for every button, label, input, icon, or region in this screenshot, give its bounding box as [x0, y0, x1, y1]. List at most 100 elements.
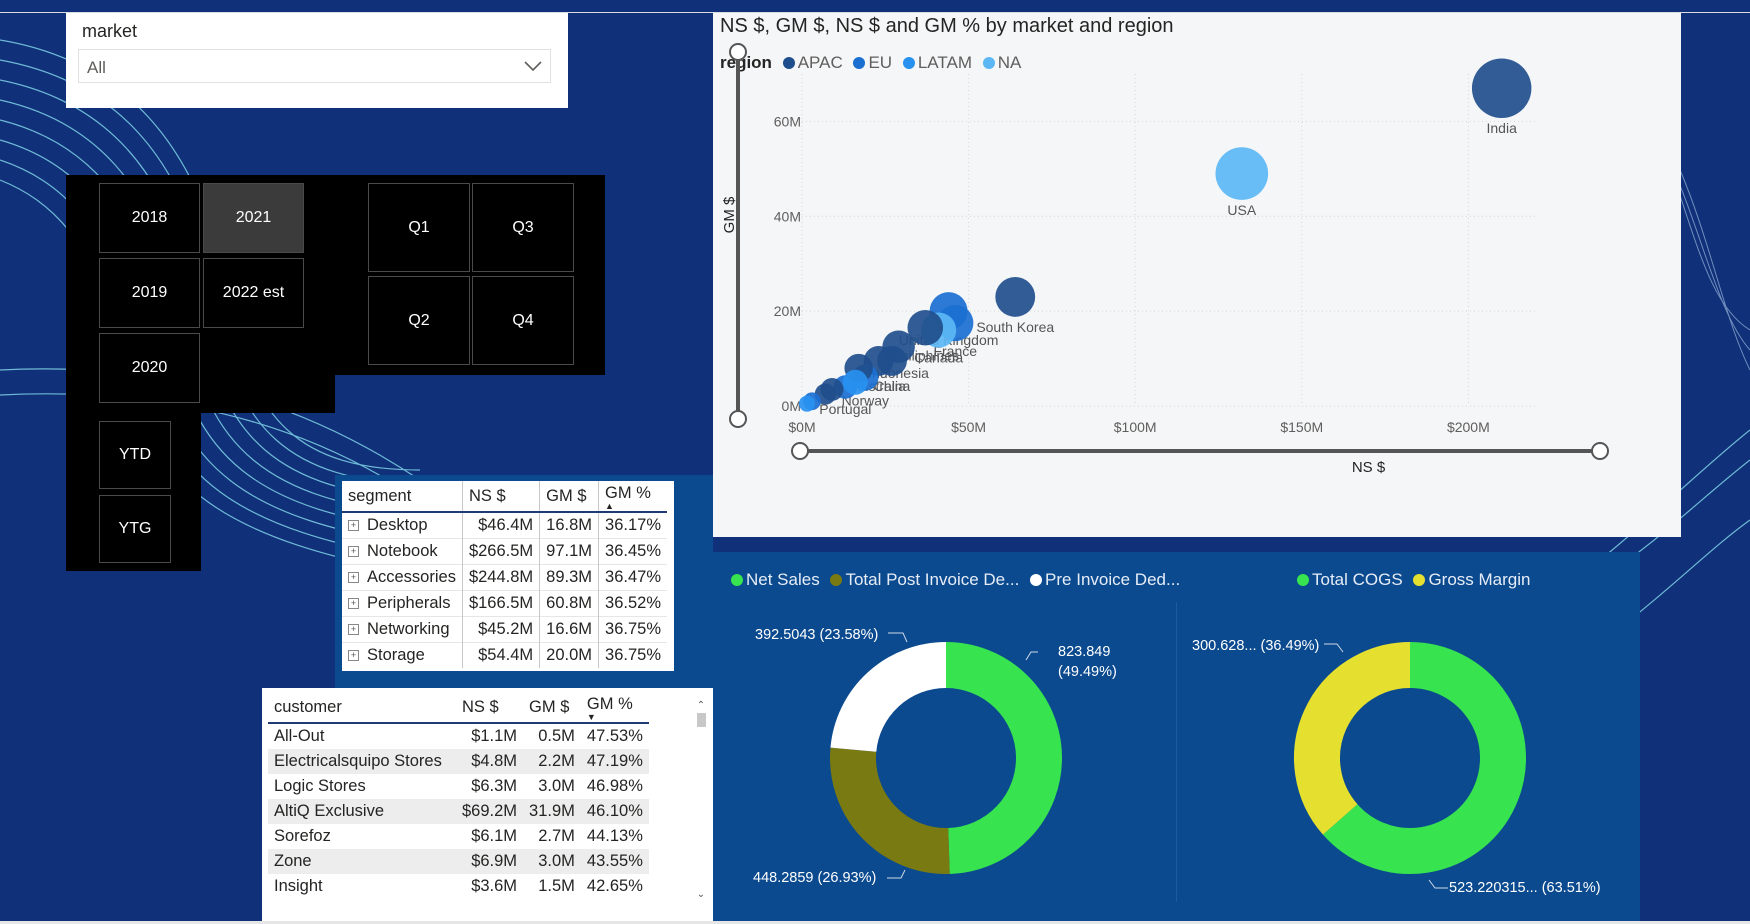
- market-slicer-title: market: [82, 21, 138, 41]
- table-row[interactable]: Logic Stores $6.3M 3.0M 46.98%: [268, 774, 649, 799]
- segment-cell: + Peripherals: [342, 590, 463, 617]
- period-tile-ytg[interactable]: YTG: [99, 495, 171, 563]
- gm-col-header[interactable]: GM $: [539, 481, 599, 513]
- customer-gm-pct-header-label: GM %: [586, 694, 633, 713]
- value-cell: 89.3M: [539, 564, 599, 591]
- leader-line: [1324, 643, 1344, 653]
- data-point[interactable]: [1215, 147, 1269, 200]
- value-cell: $4.8M: [456, 749, 524, 774]
- value-cell: $266.5M: [461, 538, 540, 565]
- gm-pct-col-header[interactable]: GM % ▲: [598, 481, 667, 513]
- donut1-label-net-sales-pct: (49.49%): [1058, 664, 1117, 680]
- customer-col-header[interactable]: customer: [268, 692, 456, 724]
- x-zoom-handle-right: [1591, 442, 1609, 460]
- segment-header-row: segment NS $ GM $ GM % ▲: [342, 481, 667, 513]
- value-cell: 36.75%: [598, 642, 667, 668]
- customer-ns-col-header[interactable]: NS $: [456, 692, 524, 724]
- value-cell: 42.65%: [586, 877, 643, 895]
- value-cell: $6.1M: [471, 827, 518, 845]
- customer-cell: Zone: [268, 849, 456, 874]
- value-cell: 36.47%: [598, 564, 667, 591]
- year-tile-2020[interactable]: 2020: [99, 333, 200, 403]
- value-cell: 47.19%: [580, 749, 649, 774]
- quarter-tile-q1[interactable]: Q1: [368, 183, 470, 272]
- year-tile-2021[interactable]: 2021: [203, 183, 304, 253]
- table-row[interactable]: Zone $6.9M 3.0M 43.55%: [268, 849, 649, 874]
- value-cell: 1.5M: [538, 877, 575, 895]
- value-cell: $54.4M: [461, 642, 540, 668]
- value-cell: $244.8M: [461, 564, 540, 591]
- value-cell: 3.0M: [523, 849, 581, 874]
- x-tick-label: $50M: [951, 419, 986, 435]
- table-row[interactable]: Electricalsquipo Stores $4.8M 2.2M 47.19%: [268, 749, 649, 774]
- quarter-tile-q2[interactable]: Q2: [368, 276, 470, 365]
- expand-icon[interactable]: +: [348, 650, 359, 661]
- customer-cell: Electricalsquipo Stores: [268, 749, 456, 774]
- donut1-slice[interactable]: [830, 642, 947, 753]
- y-tick-label: 20M: [774, 303, 801, 319]
- value-cell: $45.2M: [461, 616, 540, 643]
- x-tick-label: $100M: [1114, 419, 1157, 435]
- ns-col-header[interactable]: NS $: [461, 481, 540, 513]
- table-row[interactable]: + Notebook $266.5M 97.1M 36.45%: [342, 538, 667, 565]
- customer-gm-col-header[interactable]: GM $: [523, 692, 581, 724]
- table-row[interactable]: Insight $3.6M 1.5M 42.65%: [268, 874, 649, 899]
- customer-table-scrollbar[interactable]: ⌃ ⌄: [695, 700, 707, 900]
- value-cell: 46.98%: [586, 777, 643, 795]
- customer-grid: customer NS $ GM $ GM % ▼ All-Out $1.1M 0.5…: [268, 692, 649, 899]
- scroll-down-icon[interactable]: ⌄: [695, 889, 707, 900]
- donut2-slice[interactable]: [1294, 642, 1411, 835]
- year-tile-2019[interactable]: 2019: [99, 258, 200, 328]
- quarter-tile-q3[interactable]: Q3: [472, 183, 574, 272]
- scroll-thumb[interactable]: [696, 713, 706, 727]
- table-row[interactable]: + Accessories $244.8M 89.3M 36.47%: [342, 564, 667, 591]
- value-cell: 43.55%: [580, 849, 649, 874]
- expand-icon[interactable]: +: [348, 546, 359, 557]
- value-cell: 36.75%: [598, 616, 667, 643]
- value-cell: 20.0M: [539, 642, 599, 668]
- expand-icon[interactable]: +: [348, 572, 359, 583]
- table-row[interactable]: + Networking $45.2M 16.6M 36.75%: [342, 616, 667, 643]
- table-row[interactable]: All-Out $1.1M 0.5M 47.53%: [268, 723, 649, 749]
- table-row[interactable]: Sorefoz $6.1M 2.7M 44.13%: [268, 824, 649, 849]
- segment-name: Peripherals: [367, 594, 451, 612]
- x-tick-label: $200M: [1447, 419, 1490, 435]
- segment-col-header[interactable]: segment: [342, 481, 463, 513]
- data-point[interactable]: [798, 395, 816, 412]
- donut2-label-cogs: 523.220315... (63.51%): [1449, 880, 1601, 896]
- value-cell: 3.0M: [538, 777, 575, 795]
- table-row[interactable]: + Desktop $46.4M 16.8M 36.17%: [342, 511, 667, 539]
- data-point[interactable]: [842, 369, 868, 395]
- x-axis-title: NS $: [1352, 459, 1386, 476]
- donut1-label-post: 448.2859 (26.93%): [753, 870, 877, 886]
- market-dropdown[interactable]: All: [78, 49, 551, 83]
- year-tile-2022-est[interactable]: 2022 est: [203, 258, 304, 328]
- segment-cell: + Accessories: [342, 564, 463, 591]
- customer-cell: Sorefoz: [274, 827, 331, 845]
- period-tile-ytd[interactable]: YTD: [99, 421, 171, 489]
- table-row[interactable]: + Peripherals $166.5M 60.8M 36.52%: [342, 590, 667, 617]
- data-point[interactable]: [995, 277, 1036, 317]
- expand-icon[interactable]: +: [348, 624, 359, 635]
- segment-cell: + Desktop: [342, 511, 463, 539]
- table-row[interactable]: + Storage $54.4M 20.0M 36.75%: [342, 642, 667, 668]
- table-row[interactable]: AltiQ Exclusive $69.2M 31.9M 46.10%: [268, 799, 649, 824]
- data-label: USA: [1227, 202, 1256, 218]
- expand-icon[interactable]: +: [348, 598, 359, 609]
- data-point[interactable]: [1471, 58, 1532, 118]
- value-cell: 60.8M: [539, 590, 599, 617]
- year-tile-2018[interactable]: 2018: [99, 183, 200, 253]
- donut1-slice[interactable]: [945, 642, 1062, 874]
- customer-gm-pct-col-header[interactable]: GM % ▼: [580, 692, 649, 724]
- value-cell: 16.6M: [539, 616, 599, 643]
- value-cell: $69.2M: [456, 799, 524, 824]
- segment-table: segment NS $ GM $ GM % ▲ + Desktop $46.4M 16…: [342, 481, 674, 671]
- expand-icon[interactable]: +: [348, 520, 359, 531]
- donut1-slice[interactable]: [830, 747, 950, 874]
- market-slicer: market All: [66, 13, 568, 108]
- scroll-up-icon[interactable]: ⌃: [695, 700, 707, 711]
- y-tick-label: 40M: [774, 208, 801, 224]
- donut1-label-net-sales-value: 823.849: [1058, 644, 1111, 660]
- segment-cell: + Networking: [342, 616, 463, 643]
- quarter-tile-q4[interactable]: Q4: [472, 276, 574, 365]
